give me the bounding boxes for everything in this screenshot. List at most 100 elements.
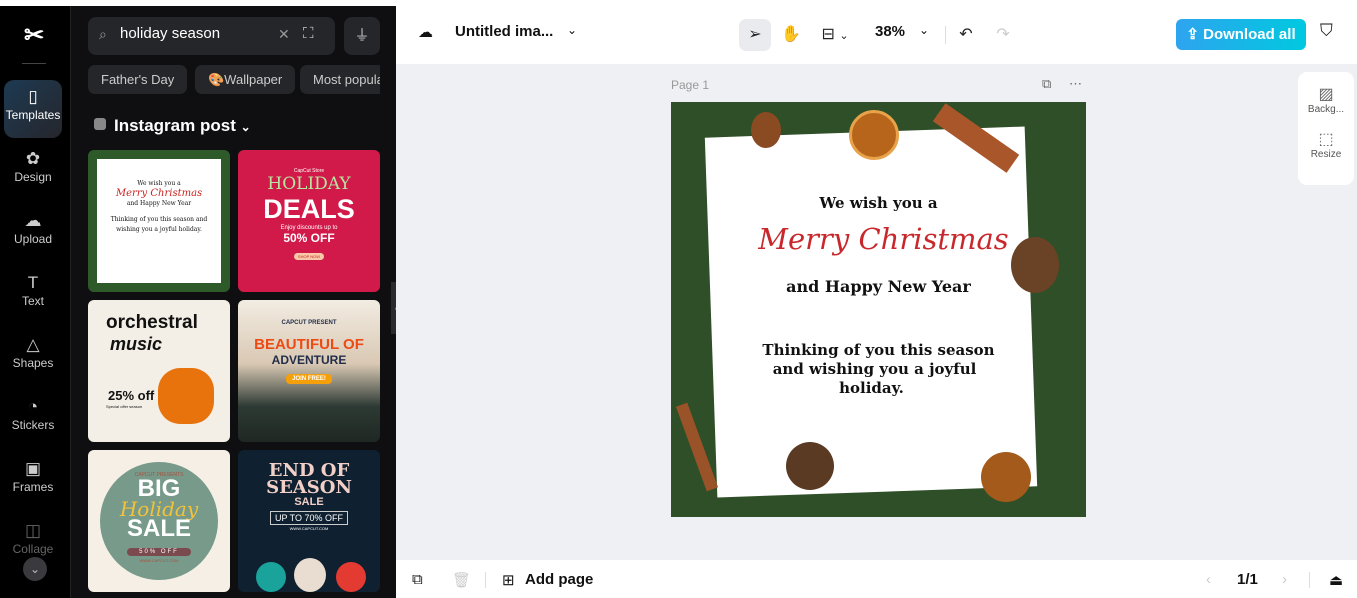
zoom-level[interactable]: 38% bbox=[875, 23, 905, 40]
template-text: music bbox=[110, 334, 163, 354]
template-text: UP TO 70% OFF bbox=[269, 511, 349, 525]
hand-icon: ✋ bbox=[781, 26, 801, 43]
chevron-down-icon[interactable]: ⌄ bbox=[567, 23, 577, 37]
rail-label: Frames bbox=[12, 480, 54, 494]
template-text: Merry Christmas bbox=[115, 188, 203, 199]
capcut-logo-icon[interactable]: ✂ bbox=[19, 24, 49, 48]
download-label: Download all bbox=[1203, 26, 1296, 43]
more-icon[interactable]: ⋯ bbox=[1069, 76, 1082, 92]
template-text: 50% OFF bbox=[127, 548, 191, 556]
template-card[interactable]: END OF SEASON SALE UP TO 70% OFF WWW.CAP… bbox=[238, 450, 380, 592]
redo-icon: ↷ bbox=[996, 26, 1010, 43]
chevron-down-icon: ⌄ bbox=[240, 120, 251, 134]
zoom-chevron-icon[interactable]: ⌄ bbox=[919, 23, 929, 37]
template-card[interactable]: CapCut Store HOLIDAY DEALS Enjoy discoun… bbox=[238, 150, 380, 292]
design-text-line6[interactable]: holiday. bbox=[671, 379, 1079, 397]
templates-panel: ⌕ ✕ ⛶ ⏚ Father's Day 🎨Wallpaper Most pop… bbox=[71, 6, 396, 598]
select-tool-button[interactable]: ➢ bbox=[739, 19, 771, 51]
template-text: Thinking of you this season and wishing … bbox=[110, 216, 208, 233]
frames-icon: ▣ bbox=[24, 459, 42, 478]
chip-most-popular[interactable]: Most popular bbox=[300, 65, 380, 94]
chip-wallpaper[interactable]: 🎨Wallpaper bbox=[195, 65, 296, 94]
shield-check-icon[interactable]: ⛉ bbox=[1320, 21, 1333, 41]
instagram-icon bbox=[94, 118, 106, 130]
canvas-stage: Page 1 ⧉ ⋯ We wish you a Merry Christmas… bbox=[396, 64, 1357, 560]
stickers-icon: ◔ bbox=[27, 397, 39, 416]
template-card[interactable]: CAPCUT PRESENTS BIG Holiday SALE 50% OFF… bbox=[88, 450, 230, 592]
decor-orange-slice bbox=[849, 110, 899, 160]
delete-icon[interactable]: 🗑 bbox=[452, 571, 471, 589]
undo-icon: ↶ bbox=[959, 26, 973, 43]
duplicate-page-icon[interactable]: ⧉ bbox=[1042, 76, 1051, 92]
page-counter: 1/1 bbox=[1237, 571, 1258, 588]
rail-item-text[interactable]: T Text bbox=[4, 266, 62, 324]
background-icon: ▨ bbox=[1318, 86, 1334, 103]
rail-item-frames[interactable]: ▣ Frames bbox=[4, 452, 62, 510]
chevron-down-icon[interactable]: ⌄ bbox=[23, 557, 47, 581]
search-icon: ⌕ bbox=[99, 26, 107, 42]
rail-item-stickers[interactable]: ◔ Stickers bbox=[4, 390, 62, 448]
template-text: ADVENTURE bbox=[271, 353, 347, 367]
resize-icon: ⬚ bbox=[1318, 131, 1334, 148]
template-text: SALE bbox=[126, 515, 191, 542]
prev-page-icon[interactable]: ‹ bbox=[1206, 571, 1211, 588]
design-canvas[interactable]: We wish you a Merry Christmas and Happy … bbox=[671, 102, 1086, 517]
design-text-line5[interactable]: and wishing you a joyful bbox=[671, 360, 1082, 378]
background-tool[interactable]: ▨ Backg... bbox=[1298, 72, 1354, 115]
clear-icon[interactable]: ✕ bbox=[278, 26, 290, 43]
collapse-pages-icon[interactable]: ⏏ bbox=[1329, 571, 1343, 589]
template-text: SEASON bbox=[266, 477, 352, 498]
redo-button[interactable]: ↷ bbox=[987, 19, 1019, 51]
rail-item-design[interactable]: ✿ Design bbox=[4, 142, 62, 200]
rail-item-templates[interactable]: ▯ Templates bbox=[4, 80, 62, 138]
download-all-button[interactable]: ⇪ Download all bbox=[1176, 19, 1306, 50]
design-text-merry-christmas[interactable]: Merry Christmas bbox=[676, 222, 1086, 256]
rail-label: Templates bbox=[5, 108, 61, 122]
search-input[interactable] bbox=[120, 25, 270, 42]
next-page-icon[interactable]: › bbox=[1282, 571, 1287, 588]
side-tools: ▨ Backg... ⬚ Resize bbox=[1298, 72, 1354, 185]
add-page-button[interactable]: Add page bbox=[525, 571, 593, 588]
template-card[interactable]: We wish you a Merry Christmas and Happy … bbox=[88, 150, 230, 292]
design-text-line3[interactable]: and Happy New Year bbox=[671, 277, 1086, 296]
add-page-icon[interactable]: ⊞ bbox=[502, 571, 515, 589]
chip-fathers-day[interactable]: Father's Day bbox=[88, 65, 188, 94]
template-text: SHOP NOW bbox=[293, 253, 325, 260]
rail-label: Collage bbox=[12, 542, 54, 556]
divider bbox=[485, 572, 486, 588]
filter-button[interactable]: ⏚ bbox=[344, 17, 380, 55]
design-text-line1[interactable]: We wish you a bbox=[671, 194, 1086, 212]
cloud-save-icon[interactable]: ☁ bbox=[418, 23, 433, 41]
template-text: WWW.CAPCUT.COM bbox=[139, 558, 179, 563]
template-text: JOIN FREE! bbox=[286, 374, 332, 384]
resize-tool[interactable]: ⬚ Resize bbox=[1298, 115, 1354, 160]
template-text: orchestral bbox=[106, 312, 198, 333]
image-search-icon[interactable]: ⛶ bbox=[303, 25, 314, 42]
divider bbox=[22, 63, 46, 64]
rail-item-shapes[interactable]: △ Shapes bbox=[4, 328, 62, 386]
top-toolbar: ☁ Untitled ima... ⌄ ➢ ✋ ⊟ ⌄ 38% ⌄ ↶ ↷ ⇪ … bbox=[396, 6, 1357, 64]
collage-icon: ◫ bbox=[24, 521, 42, 540]
template-text: 25% off bbox=[108, 388, 155, 403]
document-title[interactable]: Untitled ima... bbox=[455, 23, 553, 40]
template-text: SALE bbox=[294, 496, 324, 508]
divider bbox=[945, 26, 946, 44]
template-text: WWW.CAPCUT.COM bbox=[289, 526, 329, 531]
decor-chestnut bbox=[751, 112, 781, 148]
decor-cinnamon bbox=[675, 402, 719, 492]
rail-label: Stickers bbox=[11, 418, 55, 432]
template-card[interactable]: orchestral music 25% off Special offer s… bbox=[88, 300, 230, 442]
bottom-bar: ⧉ 🗑 ⊞ Add page ‹ 1/1 › ⏏ bbox=[396, 560, 1357, 598]
design-text-line4[interactable]: Thinking of you this season bbox=[671, 341, 1086, 359]
template-text: HOLIDAY bbox=[267, 174, 351, 194]
duplicate-page-icon[interactable]: ⧉ bbox=[412, 571, 423, 588]
chevron-down-icon: ⌄ bbox=[839, 30, 849, 42]
template-text: Special offer season bbox=[106, 404, 143, 409]
template-card[interactable]: CAPCUT PRESENT BEAUTIFUL OF ADVENTURE JO… bbox=[238, 300, 380, 442]
hand-tool-button[interactable]: ✋ bbox=[775, 19, 807, 51]
rail-item-upload[interactable]: ☁ Upload bbox=[4, 204, 62, 262]
search-box: ⌕ ✕ ⛶ bbox=[88, 17, 335, 55]
layout-button[interactable]: ⊟ ⌄ bbox=[815, 19, 855, 51]
undo-button[interactable]: ↶ bbox=[950, 19, 982, 51]
section-title[interactable]: Instagram post ⌄ bbox=[94, 116, 251, 136]
